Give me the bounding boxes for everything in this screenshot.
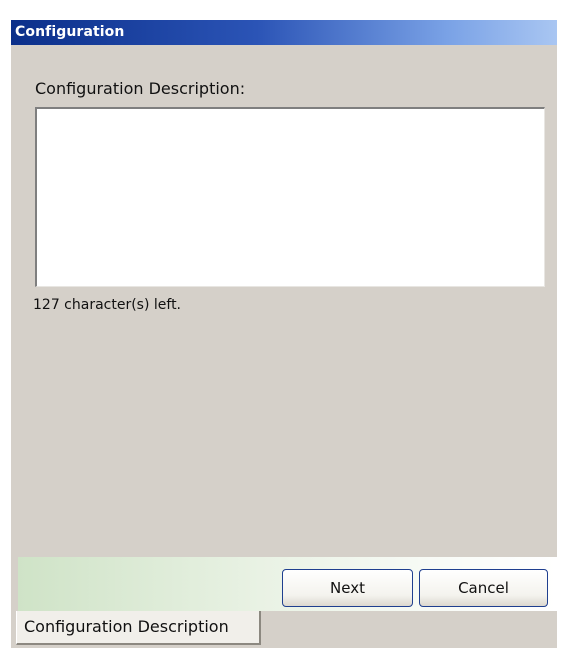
button-bar: Next Cancel	[18, 557, 557, 611]
description-textarea[interactable]	[35, 107, 545, 287]
next-button[interactable]: Next	[282, 569, 413, 607]
tab-strip: Configuration Description	[11, 611, 557, 648]
tab-label: Configuration Description	[24, 617, 229, 636]
next-button-label: Next	[330, 579, 365, 597]
title-bar[interactable]: Configuration	[11, 20, 557, 45]
configuration-panel: Configuration Description: 127 character…	[11, 45, 557, 557]
cancel-button[interactable]: Cancel	[419, 569, 548, 607]
description-label: Configuration Description:	[35, 79, 246, 98]
tab-configuration-description[interactable]: Configuration Description	[16, 611, 261, 645]
configuration-window: Configuration Configuration Description:…	[11, 20, 557, 648]
cancel-button-label: Cancel	[458, 579, 509, 597]
window-title: Configuration	[15, 24, 125, 40]
characters-left-text: 127 character(s) left.	[33, 297, 182, 313]
